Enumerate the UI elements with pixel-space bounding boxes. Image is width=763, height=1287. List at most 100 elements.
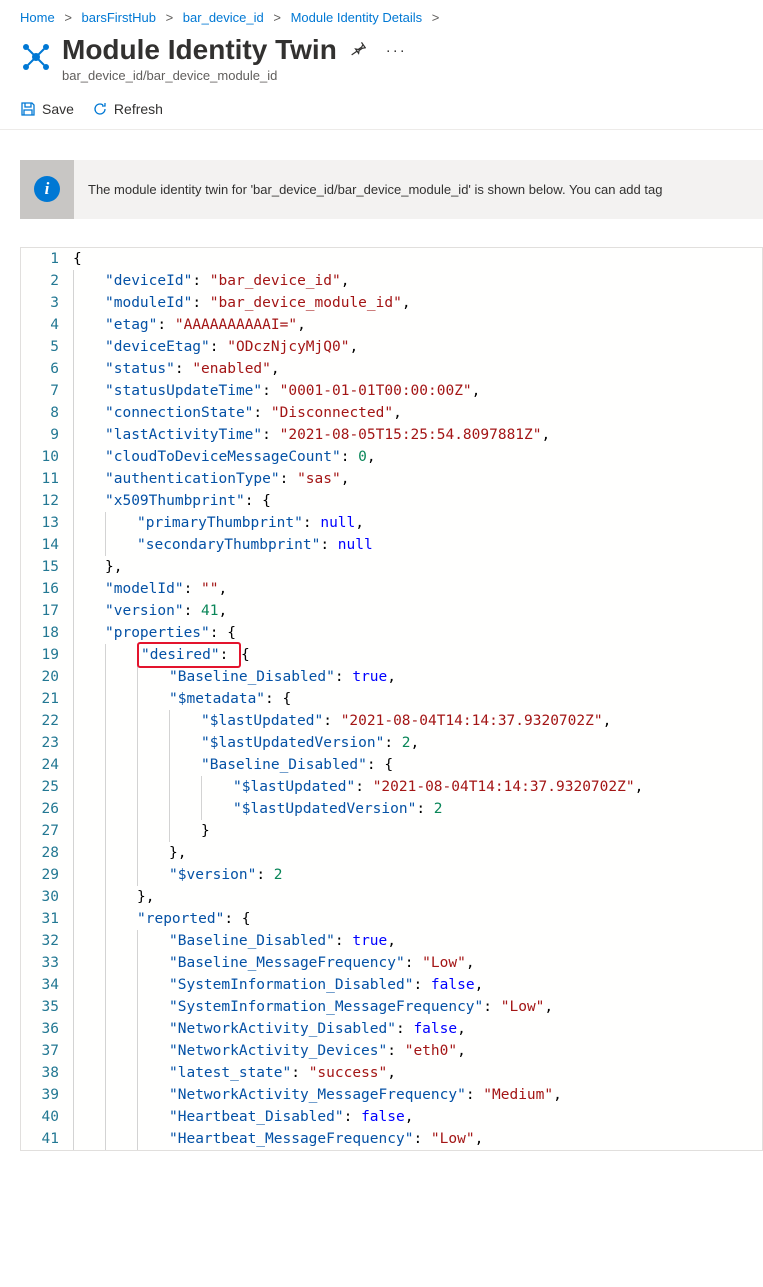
pin-button[interactable] — [345, 37, 372, 64]
editor-line[interactable]: 31"reported": { — [21, 908, 762, 930]
line-content[interactable]: "statusUpdateTime": "0001-01-01T00:00:00… — [105, 380, 480, 402]
editor-line[interactable]: 41"Heartbeat_MessageFrequency": "Low", — [21, 1128, 762, 1150]
line-content[interactable]: "etag": "AAAAAAAAAAI=", — [105, 314, 306, 336]
editor-line[interactable]: 8"connectionState": "Disconnected", — [21, 402, 762, 424]
editor-line[interactable]: 12"x509Thumbprint": { — [21, 490, 762, 512]
line-content[interactable]: "reported": { — [137, 908, 251, 930]
editor-line[interactable]: 18"properties": { — [21, 622, 762, 644]
json-editor[interactable]: 1{2"deviceId": "bar_device_id",3"moduleI… — [20, 247, 763, 1151]
line-content[interactable]: "desired": { — [137, 644, 250, 666]
breadcrumb-link-module[interactable]: Module Identity Details — [291, 10, 423, 25]
editor-line[interactable]: 14"secondaryThumbprint": null — [21, 534, 762, 556]
editor-line[interactable]: 38"latest_state": "success", — [21, 1062, 762, 1084]
editor-line[interactable]: 6"status": "enabled", — [21, 358, 762, 380]
editor-line[interactable]: 24"Baseline_Disabled": { — [21, 754, 762, 776]
editor-line[interactable]: 13"primaryThumbprint": null, — [21, 512, 762, 534]
line-content[interactable]: "NetworkActivity_Disabled": false, — [169, 1018, 466, 1040]
editor-line[interactable]: 22"$lastUpdated": "2021-08-04T14:14:37.9… — [21, 710, 762, 732]
line-content[interactable]: "authenticationType": "sas", — [105, 468, 349, 490]
editor-line[interactable]: 26"$lastUpdatedVersion": 2 — [21, 798, 762, 820]
editor-line[interactable]: 39"NetworkActivity_MessageFrequency": "M… — [21, 1084, 762, 1106]
line-content[interactable]: "latest_state": "success", — [169, 1062, 396, 1084]
line-number: 7 — [21, 380, 73, 402]
editor-line[interactable]: 5"deviceEtag": "ODczNjcyMjQ0", — [21, 336, 762, 358]
indent-guides — [73, 600, 105, 622]
line-content[interactable]: "deviceEtag": "ODczNjcyMjQ0", — [105, 336, 358, 358]
editor-line[interactable]: 19"desired": { — [21, 644, 762, 666]
breadcrumb-link-hub[interactable]: barsFirstHub — [82, 10, 156, 25]
line-content[interactable]: }, — [105, 556, 122, 578]
editor-line[interactable]: 32"Baseline_Disabled": true, — [21, 930, 762, 952]
breadcrumb-link-device[interactable]: bar_device_id — [183, 10, 264, 25]
editor-line[interactable]: 30}, — [21, 886, 762, 908]
editor-line[interactable]: 34"SystemInformation_Disabled": false, — [21, 974, 762, 996]
editor-line[interactable]: 20"Baseline_Disabled": true, — [21, 666, 762, 688]
save-button[interactable]: Save — [20, 99, 74, 119]
editor-line[interactable]: 29"$version": 2 — [21, 864, 762, 886]
line-content[interactable]: "x509Thumbprint": { — [105, 490, 271, 512]
refresh-button[interactable]: Refresh — [92, 99, 163, 119]
line-content[interactable]: "Heartbeat_MessageFrequency": "Low", — [169, 1128, 483, 1150]
indent-guides — [73, 754, 201, 776]
editor-line[interactable]: 27} — [21, 820, 762, 842]
line-content[interactable]: "Baseline_MessageFrequency": "Low", — [169, 952, 475, 974]
line-content[interactable]: "$lastUpdatedVersion": 2 — [233, 798, 443, 820]
editor-line[interactable]: 17"version": 41, — [21, 600, 762, 622]
editor-line[interactable]: 10"cloudToDeviceMessageCount": 0, — [21, 446, 762, 468]
line-content[interactable]: "$lastUpdatedVersion": 2, — [201, 732, 419, 754]
line-content[interactable]: "modelId": "", — [105, 578, 227, 600]
editor-line[interactable]: 9"lastActivityTime": "2021-08-05T15:25:5… — [21, 424, 762, 446]
line-content[interactable]: "SystemInformation_MessageFrequency": "L… — [169, 996, 553, 1018]
editor-line[interactable]: 3"moduleId": "bar_device_module_id", — [21, 292, 762, 314]
editor-line[interactable]: 36 "NetworkActivity_Disabled": false, — [21, 1018, 762, 1040]
line-number: 33 — [21, 952, 73, 974]
editor-line[interactable]: 2"deviceId": "bar_device_id", — [21, 270, 762, 292]
line-content[interactable]: "Heartbeat_Disabled": false, — [169, 1106, 413, 1128]
line-content[interactable]: "connectionState": "Disconnected", — [105, 402, 402, 424]
line-content[interactable]: "secondaryThumbprint": null — [137, 534, 373, 556]
line-content[interactable]: "cloudToDeviceMessageCount": 0, — [105, 446, 376, 468]
editor-line[interactable]: 16"modelId": "", — [21, 578, 762, 600]
line-content[interactable]: "$metadata": { — [169, 688, 291, 710]
editor-line[interactable]: 33 "Baseline_MessageFrequency": "Low", — [21, 952, 762, 974]
line-content[interactable]: "NetworkActivity_MessageFrequency": "Med… — [169, 1084, 562, 1106]
line-content[interactable]: }, — [169, 842, 186, 864]
line-content[interactable]: "lastActivityTime": "2021-08-05T15:25:54… — [105, 424, 550, 446]
editor-line[interactable]: 11"authenticationType": "sas", — [21, 468, 762, 490]
line-content[interactable]: "Baseline_Disabled": true, — [169, 930, 396, 952]
editor-line[interactable]: 1{ — [21, 248, 762, 270]
line-content[interactable]: "$lastUpdated": "2021-08-04T14:14:37.932… — [233, 776, 643, 798]
editor-line[interactable]: 25"$lastUpdated": "2021-08-04T14:14:37.9… — [21, 776, 762, 798]
breadcrumb-link-home[interactable]: Home — [20, 10, 55, 25]
line-content[interactable]: "$version": 2 — [169, 864, 283, 886]
line-content[interactable]: "properties": { — [105, 622, 236, 644]
line-number: 36 — [21, 1018, 73, 1040]
line-content[interactable]: "$lastUpdated": "2021-08-04T14:14:37.932… — [201, 710, 611, 732]
line-content[interactable]: "Baseline_Disabled": { — [201, 754, 393, 776]
editor-line[interactable]: 7 "statusUpdateTime": "0001-01-01T00:00:0… — [21, 380, 762, 402]
line-content[interactable]: } — [201, 820, 210, 842]
indent-guides — [73, 1040, 169, 1062]
editor-line[interactable]: 15}, — [21, 556, 762, 578]
editor-line[interactable]: 28}, — [21, 842, 762, 864]
line-content[interactable]: "Baseline_Disabled": true, — [169, 666, 396, 688]
indent-guides — [73, 1106, 169, 1128]
line-content[interactable]: "moduleId": "bar_device_module_id", — [105, 292, 411, 314]
editor-line[interactable]: 23"$lastUpdatedVersion": 2, — [21, 732, 762, 754]
line-content[interactable]: "deviceId": "bar_device_id", — [105, 270, 349, 292]
editor-line[interactable]: 21"$metadata": { — [21, 688, 762, 710]
editor-line[interactable]: 4"etag": "AAAAAAAAAAI=", — [21, 314, 762, 336]
editor-line[interactable]: 35"SystemInformation_MessageFrequency": … — [21, 996, 762, 1018]
line-content[interactable]: { — [73, 248, 82, 270]
line-content[interactable]: "primaryThumbprint": null, — [137, 512, 364, 534]
line-content[interactable]: "SystemInformation_Disabled": false, — [169, 974, 483, 996]
line-content[interactable]: "status": "enabled", — [105, 358, 280, 380]
line-content[interactable]: }, — [137, 886, 154, 908]
more-button[interactable]: ··· — [380, 38, 413, 63]
editor-line[interactable]: 37"NetworkActivity_Devices": "eth0", — [21, 1040, 762, 1062]
refresh-icon — [92, 101, 108, 117]
editor-line[interactable]: 40"Heartbeat_Disabled": false, — [21, 1106, 762, 1128]
line-content[interactable]: "NetworkActivity_Devices": "eth0", — [169, 1040, 466, 1062]
line-content[interactable]: "version": 41, — [105, 600, 227, 622]
indent-guides — [73, 270, 105, 292]
